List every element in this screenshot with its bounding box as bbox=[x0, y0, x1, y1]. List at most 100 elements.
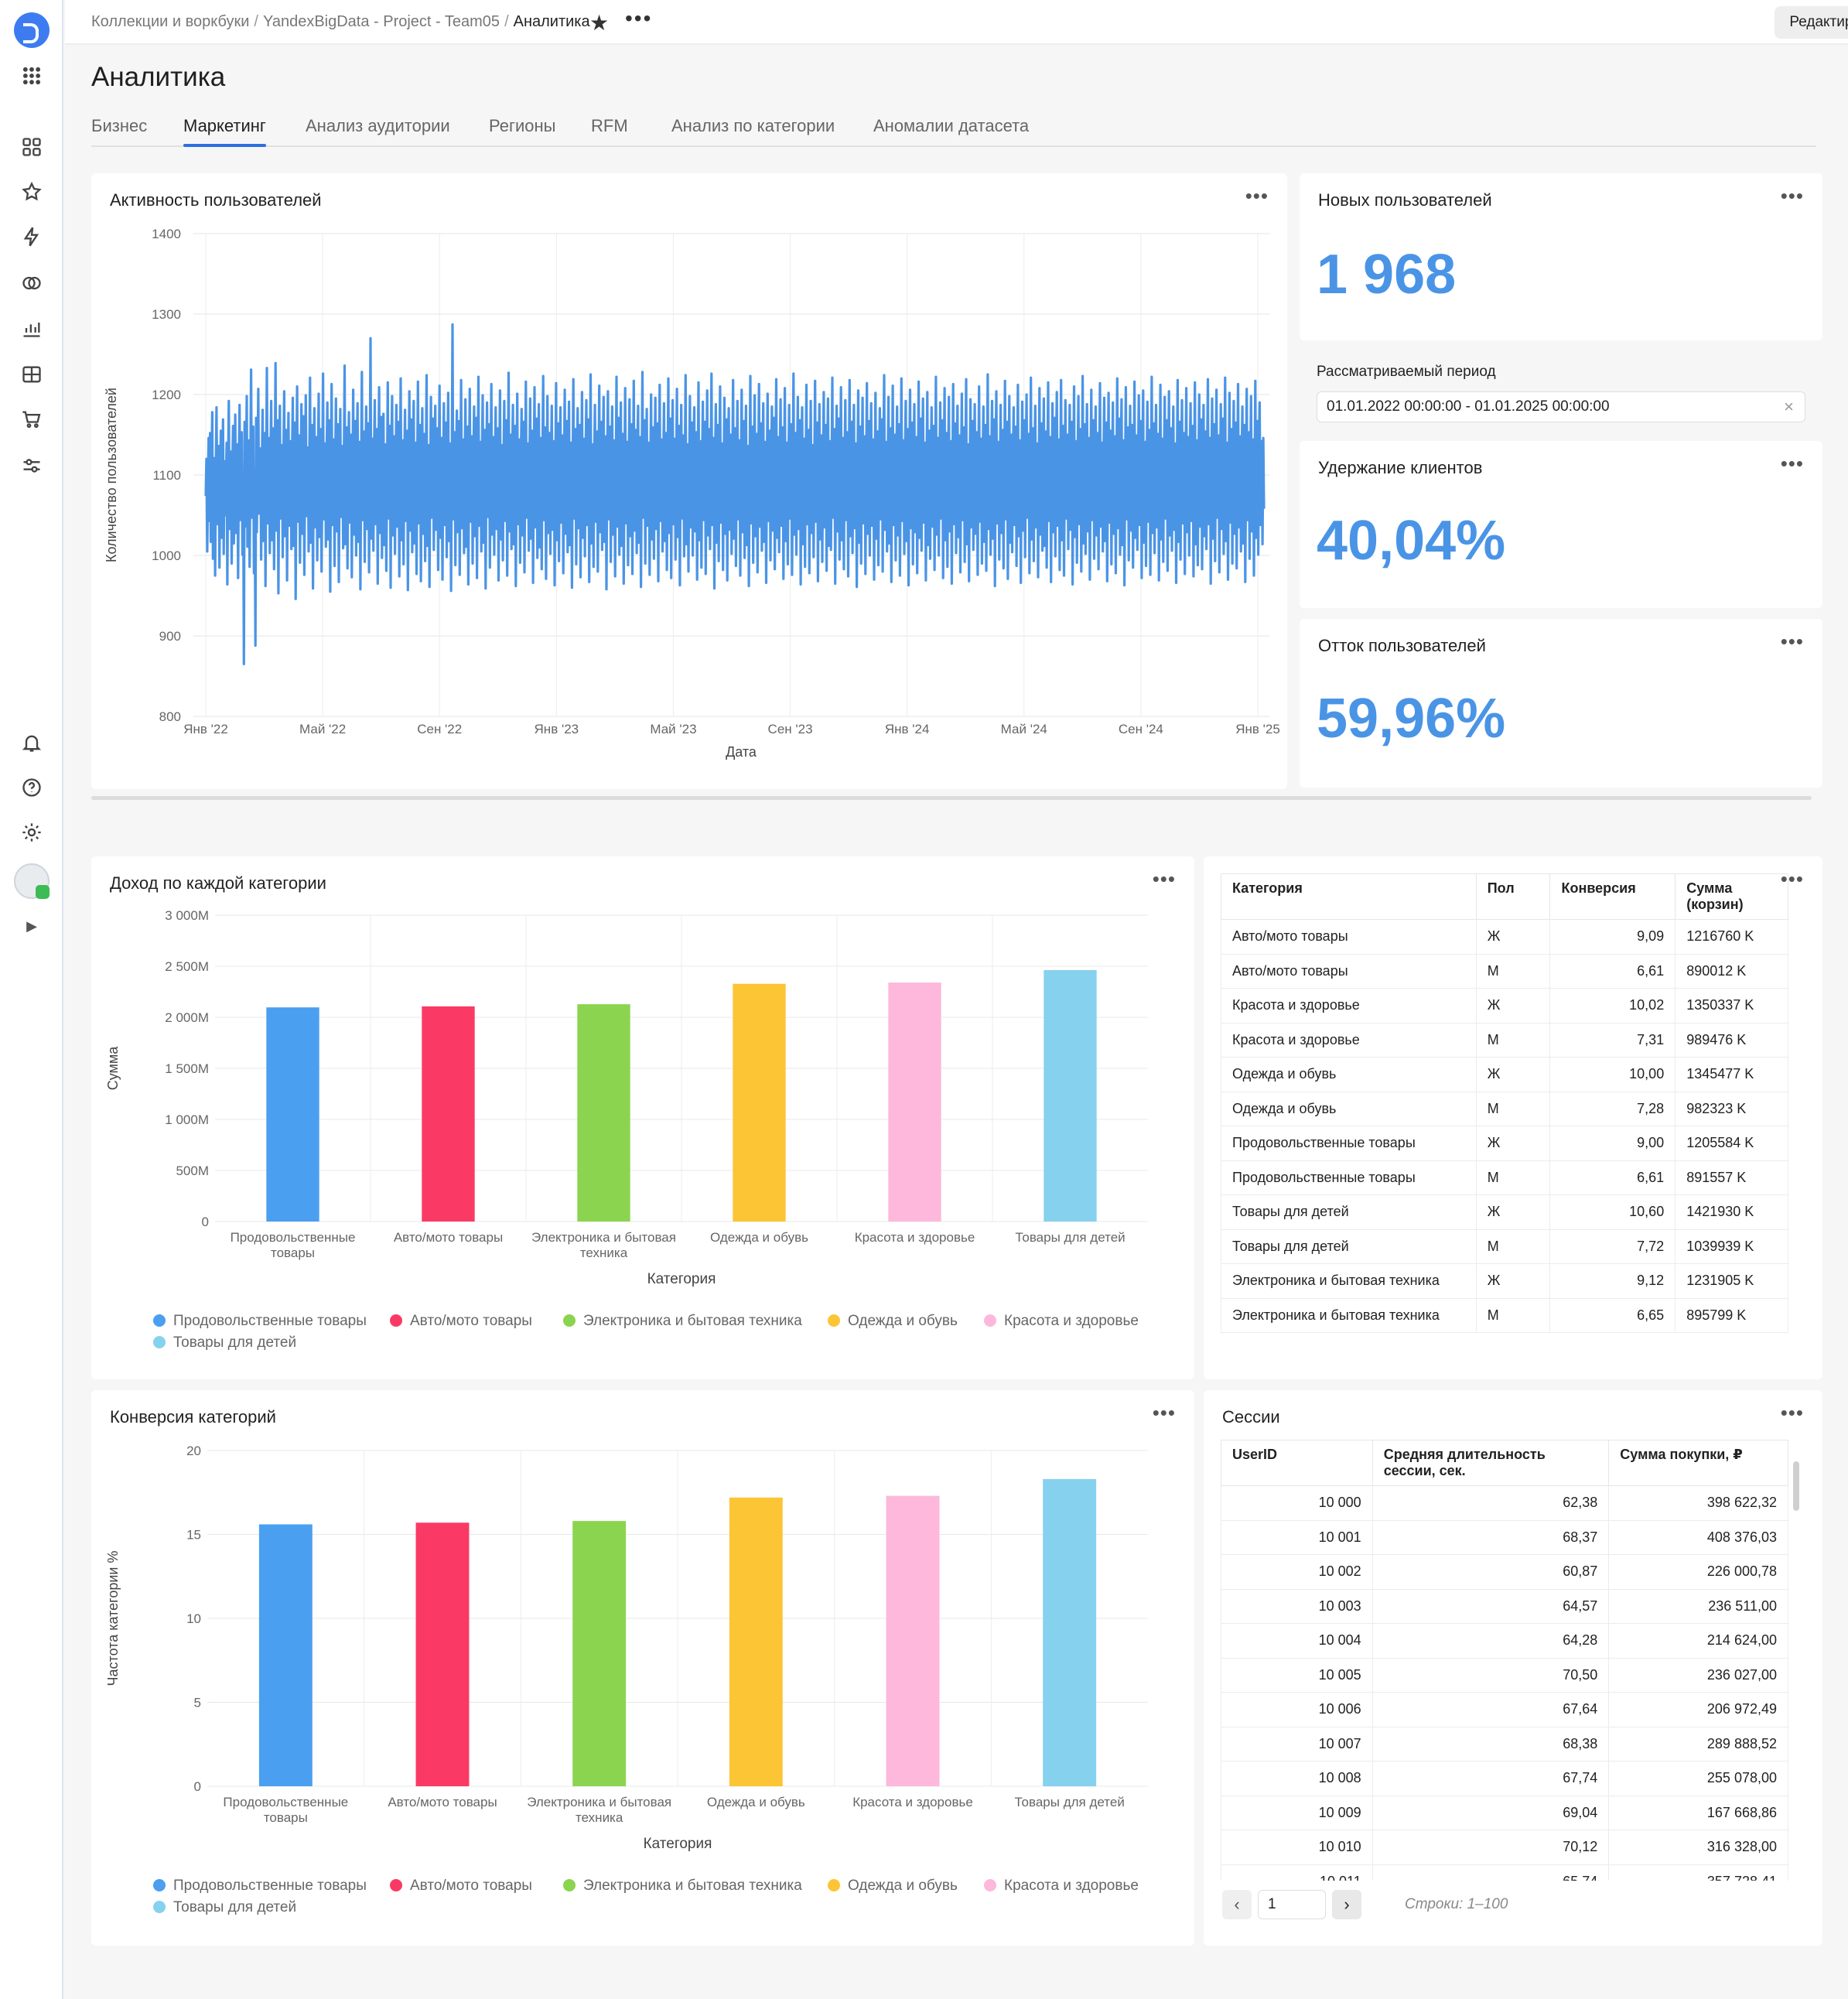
tab-business[interactable]: Бизнес bbox=[91, 116, 147, 136]
table-row[interactable]: Красота и здоровье М 7,31 989476 K bbox=[1221, 1022, 1788, 1058]
table-row[interactable]: Красота и здоровье Ж 10,02 1350337 K bbox=[1221, 988, 1788, 1023]
table-row[interactable]: 10 009 69,04 167 668,86 bbox=[1221, 1795, 1788, 1830]
revenue-bar bbox=[422, 1006, 475, 1222]
table-row[interactable]: Продовольственные товары Ж 9,00 1205584 K bbox=[1221, 1126, 1788, 1161]
conversion-chart-panel: Конверсия категорий ••• 0 5 10 15 20 Продовол… bbox=[91, 1390, 1194, 1946]
cell-purchase-sum: 236 511,00 bbox=[1608, 1588, 1788, 1624]
tab-regions[interactable]: Регионы bbox=[489, 116, 555, 136]
page-number-input[interactable]: 1 bbox=[1258, 1890, 1326, 1919]
settings-gear-icon[interactable] bbox=[19, 822, 45, 848]
table-row[interactable]: 10 000 62,38 398 622,32 bbox=[1221, 1485, 1788, 1521]
sessions-scrollbar[interactable] bbox=[1793, 1461, 1799, 1511]
cell-userid: 10 006 bbox=[1221, 1692, 1373, 1727]
table-row[interactable]: Продовольственные товары М 6,61 891557 K bbox=[1221, 1160, 1788, 1195]
table-row[interactable]: 10 002 60,87 226 000,78 bbox=[1221, 1554, 1788, 1590]
table-row[interactable]: 10 007 68,38 289 888,52 bbox=[1221, 1726, 1788, 1762]
column-header-conversion[interactable]: Конверсия bbox=[1549, 873, 1676, 920]
column-header-gender[interactable]: Пол bbox=[1475, 873, 1551, 920]
tab-rfm[interactable]: RFM bbox=[591, 116, 628, 136]
column-header-category[interactable]: Категория bbox=[1221, 873, 1477, 920]
churn-menu-button[interactable]: ••• bbox=[1781, 630, 1804, 654]
edit-button[interactable]: Редактировать bbox=[1775, 6, 1848, 39]
table-row[interactable]: 10 003 64,57 236 511,00 bbox=[1221, 1588, 1788, 1624]
cell-userid: 10 003 bbox=[1221, 1588, 1373, 1624]
table-row[interactable]: 10 008 67,74 255 078,00 bbox=[1221, 1761, 1788, 1796]
new-users-menu-button[interactable]: ••• bbox=[1781, 184, 1804, 208]
table-row[interactable]: 10 005 70,50 236 027,00 bbox=[1221, 1657, 1788, 1693]
x-tick-label: Май '23 bbox=[650, 722, 696, 736]
legend-swatch bbox=[828, 1314, 840, 1327]
table-row[interactable]: Одежда и обувь Ж 10,00 1345477 K bbox=[1221, 1057, 1788, 1092]
tab-dataset-anomalies[interactable]: Аномалии датасета bbox=[873, 116, 1029, 136]
table-row[interactable]: Авто/мото товары М 6,61 890012 K bbox=[1221, 953, 1788, 989]
connections-icon[interactable] bbox=[19, 272, 45, 299]
sessions-table-viewport[interactable]: UserID Средняя длительность сессии, сек.… bbox=[1221, 1440, 1795, 1881]
breadcrumb-collections[interactable]: Коллекции и воркбуки bbox=[91, 13, 249, 30]
x-tick-label: Товары для детей bbox=[1015, 1795, 1125, 1809]
y-tick-label: 1300 bbox=[152, 307, 181, 322]
table-row[interactable]: Товары для детей М 7,72 1039939 K bbox=[1221, 1228, 1788, 1264]
x-tick-label: Авто/мото товары bbox=[388, 1795, 497, 1809]
legend-swatch bbox=[390, 1879, 402, 1891]
settings-sliders-icon[interactable] bbox=[19, 455, 45, 481]
tab-audience[interactable]: Анализ аудитории bbox=[306, 116, 450, 136]
dashboards-icon[interactable] bbox=[19, 364, 45, 390]
lightning-icon[interactable] bbox=[19, 226, 45, 252]
cart-icon[interactable] bbox=[19, 408, 45, 435]
expand-sidebar-icon[interactable]: ▶ bbox=[19, 913, 45, 939]
help-icon[interactable] bbox=[19, 777, 45, 803]
x-axis-label: Дата bbox=[726, 744, 757, 760]
cell-category: Продовольственные товары bbox=[1221, 1160, 1477, 1195]
favorite-star-icon[interactable]: ★ bbox=[589, 10, 609, 36]
clear-period-icon[interactable]: × bbox=[1784, 392, 1794, 422]
cell-userid: 10 000 bbox=[1221, 1485, 1373, 1521]
tab-category-analysis[interactable]: Анализ по категории bbox=[671, 116, 835, 136]
cell-userid: 10 007 bbox=[1221, 1726, 1373, 1762]
table-row[interactable]: 10 006 67,64 206 972,49 bbox=[1221, 1692, 1788, 1727]
sessions-menu-button[interactable]: ••• bbox=[1781, 1401, 1804, 1425]
table-row[interactable]: 10 010 70,12 316 328,00 bbox=[1221, 1830, 1788, 1865]
favorites-icon[interactable] bbox=[19, 181, 45, 207]
legend-swatch bbox=[563, 1879, 576, 1891]
column-header-basket-sum[interactable]: Сумма (корзин) bbox=[1675, 873, 1788, 920]
cell-session-duration: 70,50 bbox=[1371, 1657, 1610, 1693]
table-row[interactable]: Одежда и обувь М 7,28 982323 K bbox=[1221, 1091, 1788, 1126]
legend-swatch bbox=[984, 1879, 996, 1891]
table-row[interactable]: 10 004 64,28 214 624,00 bbox=[1221, 1623, 1788, 1659]
rows-range-label: Строки: 1–100 bbox=[1405, 1896, 1508, 1912]
y-tick-label: 20 bbox=[186, 1444, 201, 1458]
column-header-purchase-sum[interactable]: Сумма покупки, ₽ bbox=[1608, 1440, 1788, 1486]
column-header-userid[interactable]: UserID bbox=[1221, 1440, 1373, 1486]
sessions-title: Сессии bbox=[1222, 1407, 1280, 1427]
cell-conversion: 7,72 bbox=[1549, 1228, 1676, 1264]
datalens-logo[interactable] bbox=[14, 12, 50, 48]
column-header-session-duration[interactable]: Средняя длительность сессии, сек. bbox=[1371, 1440, 1610, 1486]
table-row[interactable]: Товары для детей Ж 10,60 1421930 K bbox=[1221, 1194, 1788, 1230]
table-row[interactable]: Электроника и бытовая техника М 6,65 895799… bbox=[1221, 1297, 1788, 1333]
apps-grid-icon[interactable] bbox=[19, 65, 45, 91]
tab-marketing[interactable]: Маркетинг bbox=[183, 116, 266, 147]
cell-category: Одежда и обувь bbox=[1221, 1057, 1477, 1092]
period-date-range-input[interactable]: 01.01.2022 00:00:00 - 01.01.2025 00:00:0… bbox=[1317, 391, 1805, 422]
table-header-row: UserID Средняя длительность сессии, сек.… bbox=[1221, 1440, 1788, 1486]
collections-icon[interactable] bbox=[19, 136, 45, 162]
notifications-bell-icon[interactable] bbox=[19, 732, 45, 758]
charts-icon[interactable] bbox=[19, 317, 45, 343]
more-menu-button[interactable]: ••• bbox=[625, 6, 652, 31]
table-row[interactable]: Авто/мото товары Ж 9,09 1216760 K bbox=[1221, 919, 1788, 955]
next-page-button[interactable]: › bbox=[1332, 1890, 1361, 1919]
user-avatar[interactable] bbox=[14, 863, 50, 899]
prev-page-button[interactable]: ‹ bbox=[1222, 1890, 1252, 1919]
x-tick-label: Янв '25 bbox=[1235, 722, 1280, 736]
table-row[interactable]: 10 01165,74357 728,41 bbox=[1221, 1864, 1788, 1881]
revenue-bar-chart: 0 500M 1 000M 1 500M 2 000M 2 500M 3 000M Продо… bbox=[105, 908, 1148, 1351]
cell-basket-sum: 1216760 K bbox=[1675, 919, 1788, 955]
x-tick-label: Май '22 bbox=[299, 722, 346, 736]
revenue-chart-panel: Доход по каждой категории ••• 0 500M 1 000… bbox=[91, 856, 1194, 1379]
retention-menu-button[interactable]: ••• bbox=[1781, 452, 1804, 476]
cell-gender: М bbox=[1475, 1160, 1551, 1195]
table-row[interactable]: Электроника и бытовая техника Ж 9,12 123190… bbox=[1221, 1263, 1788, 1299]
breadcrumb-workbook[interactable]: YandexBigData - Project - Team05 bbox=[263, 13, 500, 30]
table-row[interactable]: 10 001 68,37 408 376,03 bbox=[1221, 1519, 1788, 1555]
cell-session-duration: 65,74 bbox=[1371, 1864, 1610, 1881]
